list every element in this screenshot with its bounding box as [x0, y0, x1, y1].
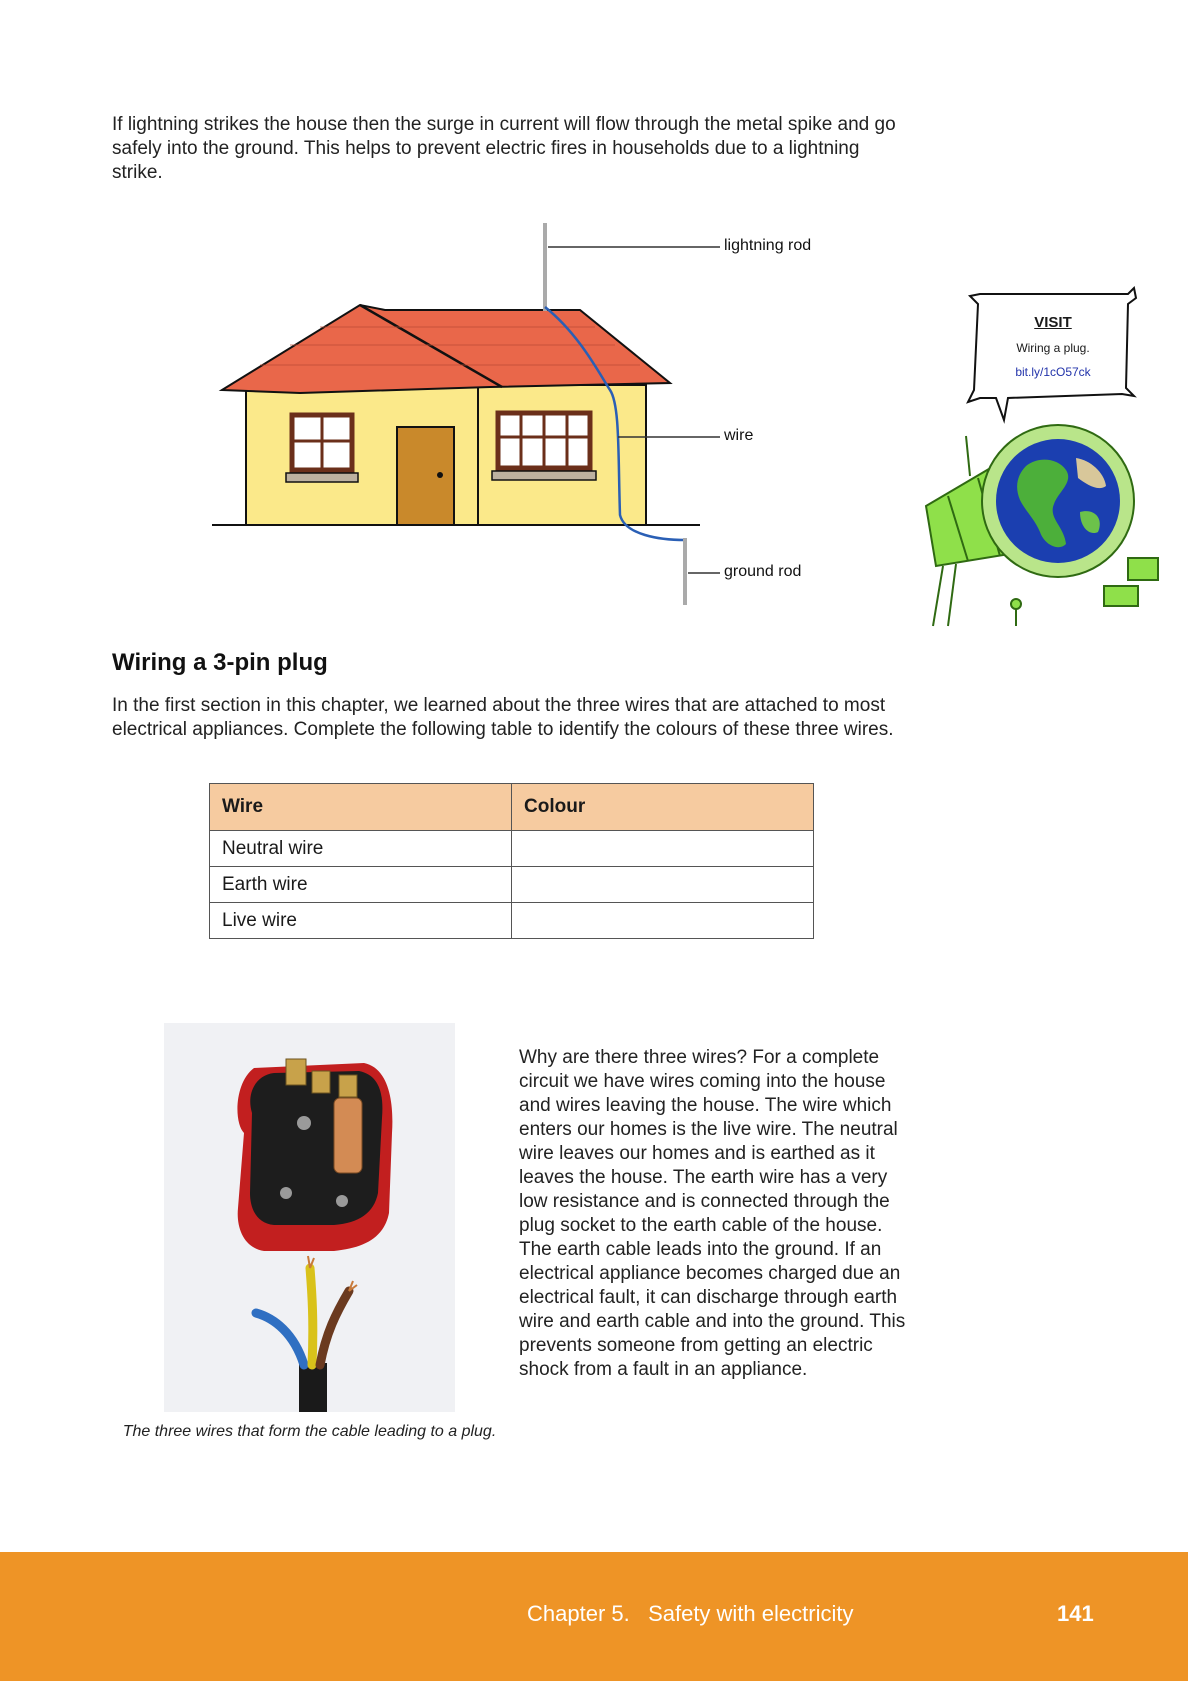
- visit-link[interactable]: bit.ly/1cO57ck: [908, 365, 1188, 379]
- table-header-colour: Colour: [511, 783, 814, 831]
- door: [396, 426, 455, 526]
- table-cell-wire: Earth wire: [209, 866, 512, 903]
- plug-image: [164, 1023, 455, 1412]
- right-window: [491, 410, 597, 481]
- intro-paragraph: If lightning strikes the house then the …: [112, 114, 896, 183]
- photo-caption: The three wires that form the cable lead…: [122, 1423, 497, 1440]
- visit-callout: VISIT Wiring a plug. bit.ly/1cO57ck: [908, 286, 1178, 646]
- chapter-title: Chapter 5. Safety with electricity: [527, 1601, 854, 1626]
- page-number: 141: [1057, 1601, 1094, 1626]
- table-header-row: Wire Colour: [209, 783, 814, 831]
- why-three-wires-paragraph: Why are there three wires? For a complet…: [519, 1047, 906, 1380]
- table-row: Live wire: [209, 902, 814, 939]
- ground-rod-label: ground rod: [724, 563, 802, 580]
- section-heading: Wiring a 3-pin plug: [112, 649, 328, 676]
- table-cell-wire: Live wire: [209, 902, 512, 939]
- table-cell-colour[interactable]: [511, 830, 814, 867]
- section-paragraph: In the first section in this chapter, we…: [112, 695, 894, 740]
- left-window: [285, 412, 359, 483]
- table-cell-wire: Neutral wire: [209, 830, 512, 867]
- table-header-wire: Wire: [209, 783, 512, 831]
- table-row: Neutral wire: [209, 830, 814, 867]
- house-illustration: [212, 223, 720, 605]
- telescope-globe-illustration: [924, 286, 1159, 627]
- lightning-rod-diagram: lightning rod wire ground rod: [200, 215, 860, 615]
- plug-photo: [164, 1023, 455, 1412]
- wire-colour-table: Wire Colour Neutral wire Earth wire Live…: [209, 783, 814, 939]
- wire-label: wire: [724, 427, 754, 444]
- visit-subtitle: Wiring a plug.: [1016, 341, 1090, 355]
- visit-title: VISIT: [1034, 314, 1072, 331]
- table-row: Earth wire: [209, 866, 814, 903]
- lightning-rod-label: lightning rod: [724, 237, 812, 254]
- footer-bar: Chapter 5. Safety with electricity 141: [0, 1552, 1188, 1681]
- table-cell-colour[interactable]: [511, 902, 814, 939]
- table-cell-colour[interactable]: [511, 866, 814, 903]
- globe-icon: [981, 424, 1135, 578]
